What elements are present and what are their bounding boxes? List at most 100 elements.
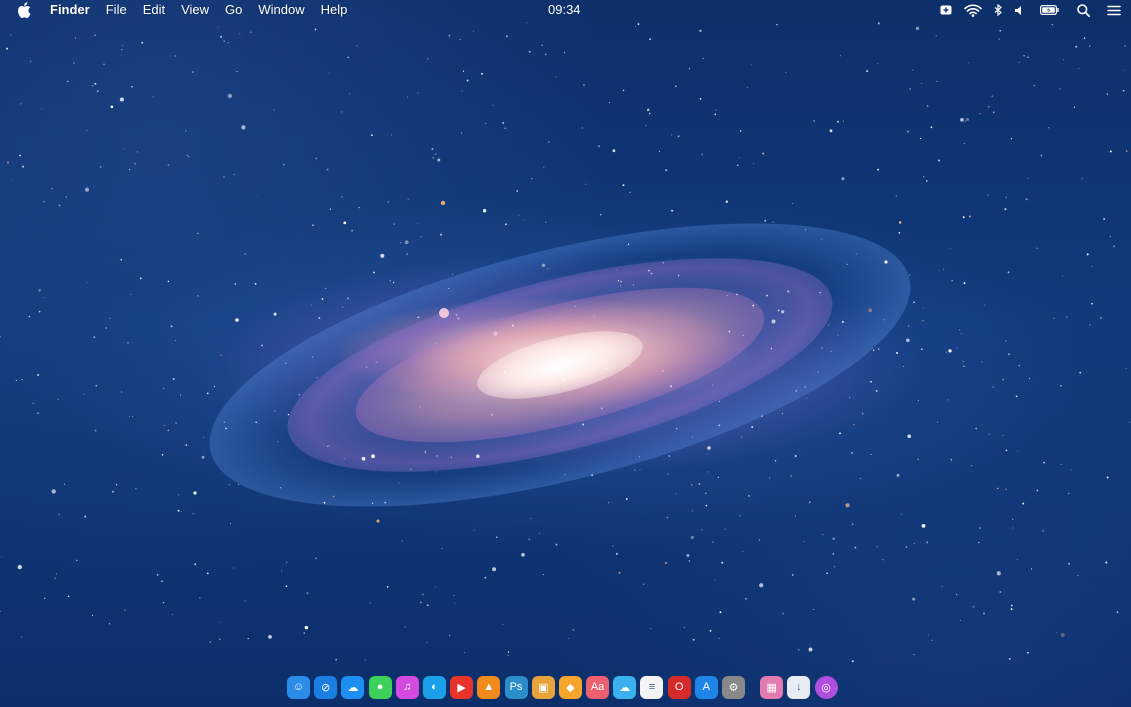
spotlight-search-icon[interactable] xyxy=(1077,0,1090,20)
star xyxy=(167,429,170,432)
star xyxy=(921,83,923,85)
opera-icon[interactable]: O xyxy=(667,675,691,699)
sketch-icon[interactable]: ◆ xyxy=(558,675,582,699)
star xyxy=(459,38,461,41)
vlc-icon[interactable]: ▲ xyxy=(477,675,501,699)
star xyxy=(964,120,966,122)
battery-icon[interactable] xyxy=(1040,0,1059,20)
bluetooth-icon[interactable] xyxy=(994,0,1002,20)
star xyxy=(180,511,182,513)
messages-icon[interactable]: ● xyxy=(368,675,392,699)
star xyxy=(877,347,880,350)
apple-logo-icon xyxy=(18,2,31,18)
star xyxy=(287,413,290,416)
star xyxy=(389,280,391,282)
star xyxy=(6,47,9,50)
menu-view[interactable]: View xyxy=(181,0,209,20)
star xyxy=(712,541,714,543)
star xyxy=(209,641,212,643)
star xyxy=(898,231,901,234)
preview-icon[interactable]: ▣ xyxy=(531,675,555,699)
reminders-icon[interactable]: ≡ xyxy=(640,675,664,699)
star xyxy=(174,339,177,342)
menu-app-name[interactable]: Finder xyxy=(50,0,90,20)
star xyxy=(764,219,767,222)
star xyxy=(876,545,878,548)
star xyxy=(37,412,39,414)
star xyxy=(1053,317,1055,320)
wifi-icon[interactable] xyxy=(964,0,982,20)
dictionary-icon[interactable]: Aa xyxy=(586,675,610,699)
youtube-icon[interactable]: ▶ xyxy=(450,675,474,699)
finder-icon[interactable]: ☺ xyxy=(287,675,310,699)
star xyxy=(968,215,971,218)
star xyxy=(461,132,463,134)
star xyxy=(717,476,720,478)
dock-separator xyxy=(749,676,760,699)
menu-clock[interactable]: 09:34 xyxy=(548,0,581,20)
star xyxy=(992,386,994,388)
star xyxy=(273,312,277,316)
star xyxy=(616,553,618,555)
star xyxy=(999,29,1002,32)
itunes-icon[interactable]: ♫ xyxy=(395,675,419,699)
star xyxy=(760,415,763,418)
star xyxy=(437,158,441,162)
star xyxy=(828,324,830,326)
notification-center-icon[interactable] xyxy=(1107,0,1121,20)
star xyxy=(963,365,965,367)
star xyxy=(634,25,636,27)
downloads-icon[interactable]: ↓ xyxy=(787,675,811,699)
menu-window[interactable]: Window xyxy=(258,0,304,20)
siri-icon[interactable]: ◎ xyxy=(814,675,838,699)
star xyxy=(238,483,240,485)
star xyxy=(748,495,750,497)
star xyxy=(491,414,493,416)
star xyxy=(323,501,326,504)
star xyxy=(180,394,181,396)
menu-help[interactable]: Help xyxy=(321,0,348,20)
system-preferences-icon[interactable]: ⚙ xyxy=(722,675,745,699)
menu-file[interactable]: File xyxy=(106,0,127,20)
apple-menu[interactable] xyxy=(16,0,32,20)
star xyxy=(347,56,349,59)
star xyxy=(608,502,610,504)
star xyxy=(848,396,851,399)
star xyxy=(1103,218,1106,220)
star xyxy=(795,390,797,392)
desktop[interactable]: Finder File Edit View Go Window Help 09:… xyxy=(0,0,1131,707)
star xyxy=(453,595,455,597)
launchpad-icon[interactable]: ▦ xyxy=(760,675,784,699)
star xyxy=(58,204,61,207)
star xyxy=(1060,463,1062,466)
star xyxy=(254,283,257,285)
star xyxy=(1067,492,1070,495)
star xyxy=(790,475,793,477)
volume-icon[interactable] xyxy=(1014,0,1024,20)
star xyxy=(91,614,94,616)
star xyxy=(255,421,257,424)
star xyxy=(51,489,56,494)
star xyxy=(931,639,933,642)
menu-go[interactable]: Go xyxy=(225,0,242,20)
app-store-icon[interactable]: A xyxy=(694,675,718,699)
star xyxy=(432,157,434,159)
star xyxy=(328,444,330,447)
star xyxy=(650,272,653,275)
photoshop-icon[interactable]: Ps xyxy=(504,675,528,699)
star xyxy=(358,206,360,209)
star xyxy=(617,280,620,282)
star xyxy=(0,610,1,612)
star xyxy=(1066,316,1068,318)
battery-plus-icon[interactable] xyxy=(940,0,952,20)
star xyxy=(705,504,708,507)
star xyxy=(463,652,465,654)
star xyxy=(131,85,133,88)
star xyxy=(675,85,677,87)
star xyxy=(898,221,902,224)
tweetbot-icon[interactable]: ◐ xyxy=(422,675,446,699)
menu-edit[interactable]: Edit xyxy=(143,0,165,20)
safari-icon[interactable]: ⊘ xyxy=(314,675,338,699)
icloud-icon[interactable]: ☁ xyxy=(341,675,365,699)
weather-icon[interactable]: ☁ xyxy=(613,675,637,699)
